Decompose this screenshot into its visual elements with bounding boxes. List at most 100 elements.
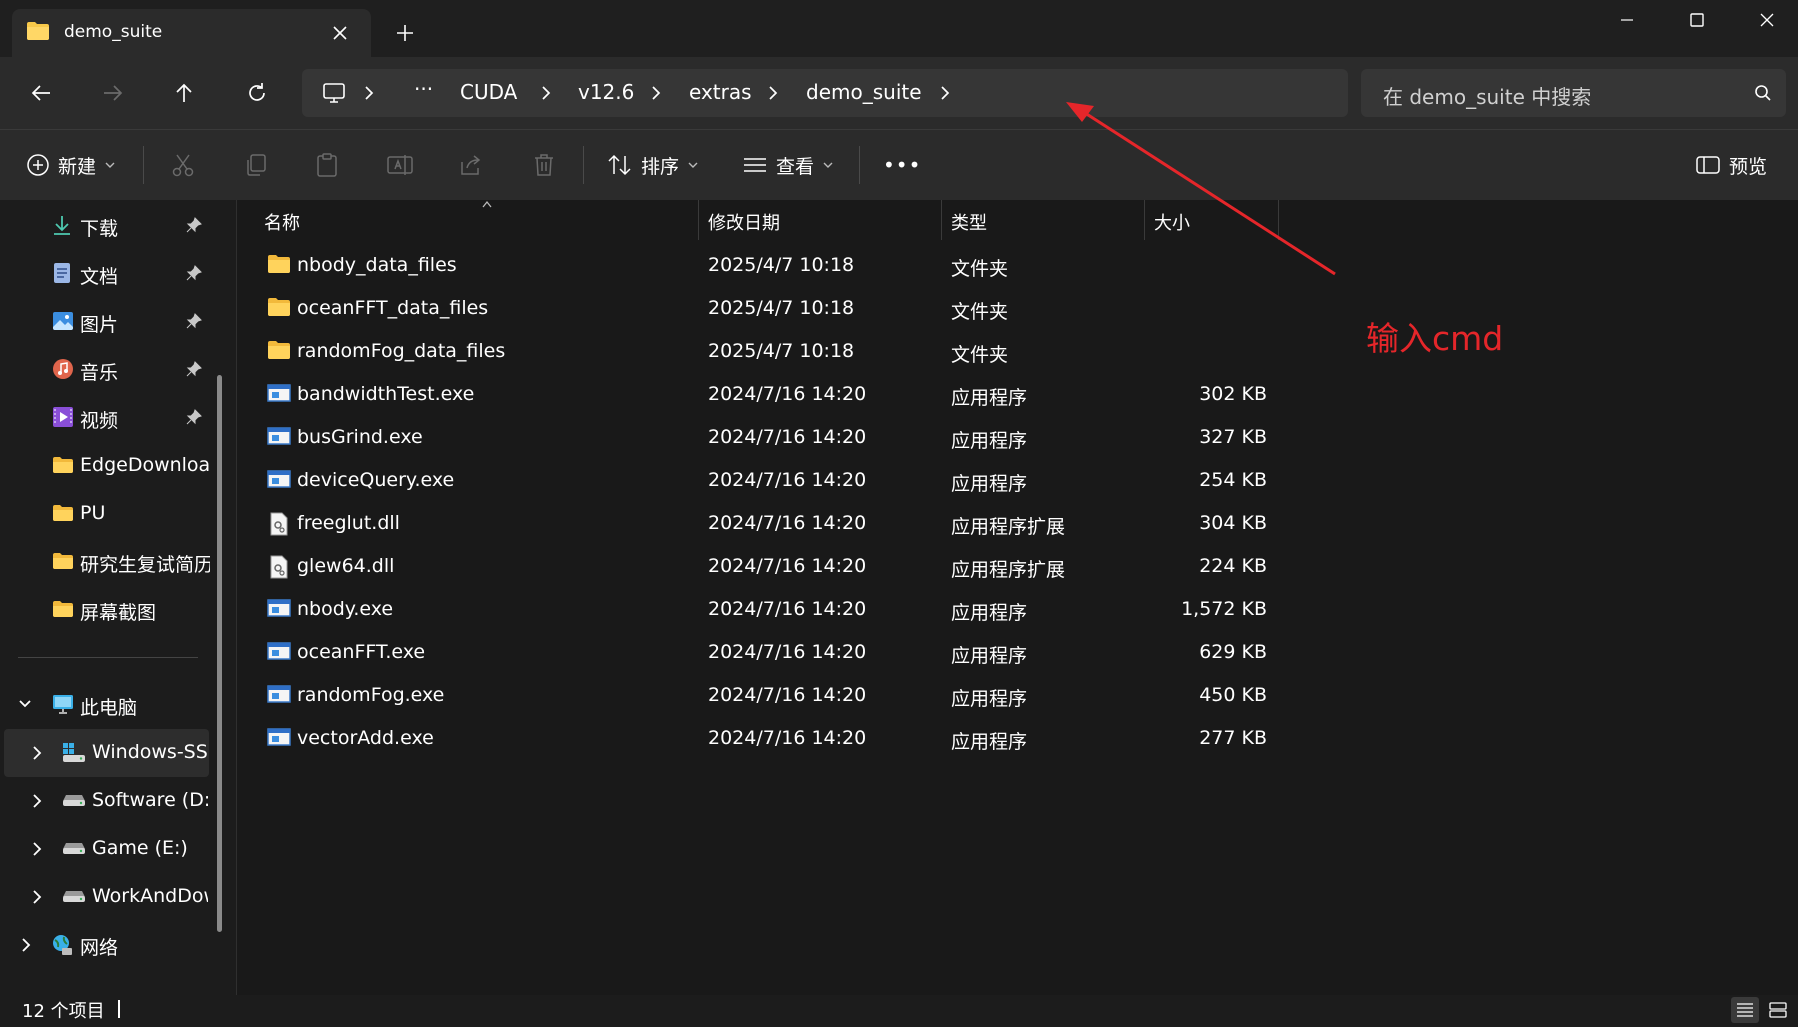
preview-button[interactable]: 预览 (1695, 130, 1767, 200)
paste-button[interactable] (314, 130, 340, 200)
pin-icon[interactable] (186, 361, 202, 377)
file-name: deviceQuery.exe (297, 469, 455, 491)
close-window-icon[interactable] (1745, 6, 1789, 34)
breadcrumb-demo-suite[interactable]: demo_suite (806, 80, 922, 104)
more-options-button[interactable]: ••• (883, 130, 921, 200)
back-arrow-icon[interactable] (21, 73, 61, 113)
minimize-icon[interactable] (1605, 6, 1649, 34)
chevron-right-icon[interactable] (362, 85, 376, 101)
sidebar-item-screenshots[interactable]: 屏幕截图 (0, 588, 210, 632)
table-row[interactable]: busGrind.exe 2024/7/16 14:20 应用程序 327 KB (237, 416, 1798, 459)
table-row[interactable]: bandwidthTest.exe 2024/7/16 14:20 应用程序 302 … (237, 373, 1798, 416)
breadcrumb-overflow[interactable]: ··· (414, 77, 433, 101)
chevron-right-icon[interactable] (31, 745, 43, 761)
sidebar-item-drive-f[interactable]: WorkAndDownload (F:) (0, 875, 210, 919)
preview-label: 预览 (1729, 155, 1768, 178)
file-type: 应用程序 (951, 602, 1028, 624)
exe-icon (267, 598, 291, 618)
this-pc-icon[interactable] (322, 81, 346, 105)
details-view-icon[interactable] (1731, 997, 1759, 1023)
sidebar-item-this-pc[interactable]: 此电脑 (0, 683, 210, 727)
chevron-right-icon[interactable] (20, 937, 32, 953)
download-icon (52, 214, 72, 236)
rename-button[interactable] (386, 130, 414, 200)
table-row[interactable]: freeglut.dll 2024/7/16 14:20 应用程序扩展 304 KB (237, 502, 1798, 545)
column-header-label: 类型 (951, 213, 987, 234)
search-placeholder: 在 demo_suite 中搜索 (1383, 85, 1592, 109)
folder-icon (267, 297, 291, 317)
sidebar-item-pu[interactable]: PU (0, 492, 210, 536)
search-icon[interactable] (1754, 84, 1772, 102)
forward-arrow-icon[interactable] (93, 73, 133, 113)
sidebar-item-pictures[interactable]: 图片 (0, 300, 210, 344)
sidebar-item-drive-d[interactable]: Software (D:) (0, 779, 210, 823)
close-tab-icon[interactable] (328, 21, 352, 45)
chevron-down-icon[interactable] (18, 698, 32, 710)
folder-icon (52, 456, 74, 474)
maximize-icon[interactable] (1675, 6, 1719, 34)
table-row[interactable]: oceanFFT.exe 2024/7/16 14:20 应用程序 629 KB (237, 631, 1798, 674)
table-row[interactable]: nbody.exe 2024/7/16 14:20 应用程序 1,572 KB (237, 588, 1798, 631)
pin-icon[interactable] (186, 409, 202, 425)
exe-icon (267, 684, 291, 704)
sidebar-item-drive-c[interactable]: Windows-SSD (C:) (0, 731, 210, 775)
column-header-modified[interactable]: 修改日期 (699, 200, 939, 244)
status-bar: 12 个项目 (0, 995, 1798, 1027)
search-input[interactable]: 在 demo_suite 中搜索 (1361, 69, 1786, 117)
sort-button[interactable]: 排序 (607, 130, 699, 200)
table-row[interactable]: glew64.dll 2024/7/16 14:20 应用程序扩展 224 KB (237, 545, 1798, 588)
file-type: 应用程序 (951, 387, 1028, 409)
chevron-right-icon[interactable] (649, 85, 663, 101)
navigation-pane: 下载 文档 图片 音乐 视频 EdgeDownload PU 研究生复试简历 屏… (0, 200, 235, 995)
cut-button[interactable] (170, 130, 196, 200)
tab-demo-suite[interactable]: demo_suite (12, 9, 371, 57)
file-modified: 2025/4/7 10:18 (708, 297, 855, 319)
breadcrumb-v12-6[interactable]: v12.6 (578, 80, 634, 104)
new-tab-icon[interactable] (392, 20, 418, 46)
file-name: randomFog.exe (297, 684, 445, 706)
sidebar-scrollbar[interactable] (217, 375, 222, 932)
table-row[interactable]: nbody_data_files 2025/4/7 10:18 文件夹 (237, 244, 1798, 287)
table-row[interactable]: deviceQuery.exe 2024/7/16 14:20 应用程序 254 KB (237, 459, 1798, 502)
chevron-right-icon[interactable] (938, 85, 952, 101)
file-size: 224 KB (1199, 555, 1267, 577)
scissors-icon (170, 152, 196, 178)
chevron-right-icon[interactable] (31, 889, 43, 905)
chevron-right-icon[interactable] (539, 85, 553, 101)
folder-icon (267, 340, 291, 360)
sidebar-item-edgedownload[interactable]: EdgeDownload (0, 444, 210, 488)
up-arrow-icon[interactable] (164, 73, 204, 113)
column-header-name[interactable]: 名称 (255, 200, 635, 244)
tiles-view-icon[interactable] (1764, 997, 1792, 1023)
file-modified: 2024/7/16 14:20 (708, 684, 867, 706)
pin-icon[interactable] (186, 265, 202, 281)
sidebar-item-downloads[interactable]: 下载 (0, 204, 210, 248)
sidebar-item-network[interactable]: 网络 (0, 923, 210, 967)
share-button[interactable] (458, 130, 484, 200)
new-button[interactable]: 新建 (26, 130, 116, 200)
copy-button[interactable] (243, 130, 269, 200)
exe-icon (267, 426, 291, 446)
sidebar-item-documents[interactable]: 文档 (0, 252, 210, 296)
chevron-right-icon[interactable] (31, 841, 43, 857)
delete-button[interactable] (531, 130, 557, 200)
sidebar-item-resume[interactable]: 研究生复试简历 (0, 540, 210, 584)
table-row[interactable]: oceanFFT_data_files 2025/4/7 10:18 文件夹 (237, 287, 1798, 330)
table-row[interactable]: vectorAdd.exe 2024/7/16 14:20 应用程序 277 KB (237, 717, 1798, 760)
sidebar-item-drive-e[interactable]: Game (E:) (0, 827, 210, 871)
table-row[interactable]: randomFog.exe 2024/7/16 14:20 应用程序 450 KB (237, 674, 1798, 717)
breadcrumb-cuda[interactable]: CUDA (460, 80, 517, 104)
chevron-right-icon[interactable] (31, 793, 43, 809)
breadcrumb-extras[interactable]: extras (689, 80, 752, 104)
file-type: 文件夹 (951, 301, 1009, 323)
table-row[interactable]: randomFog_data_files 2025/4/7 10:18 文件夹 (237, 330, 1798, 373)
pin-icon[interactable] (186, 217, 202, 233)
sidebar-item-videos[interactable]: 视频 (0, 396, 210, 440)
sidebar-item-music[interactable]: 音乐 (0, 348, 210, 392)
pin-icon[interactable] (186, 313, 202, 329)
file-list: 名称 修改日期 类型 大小 nbody_data_files 2025/4/7 1… (237, 200, 1798, 995)
view-button[interactable]: 查看 (742, 130, 834, 200)
refresh-icon[interactable] (237, 73, 277, 113)
chevron-right-icon[interactable] (766, 85, 780, 101)
file-name: nbody.exe (297, 598, 394, 620)
